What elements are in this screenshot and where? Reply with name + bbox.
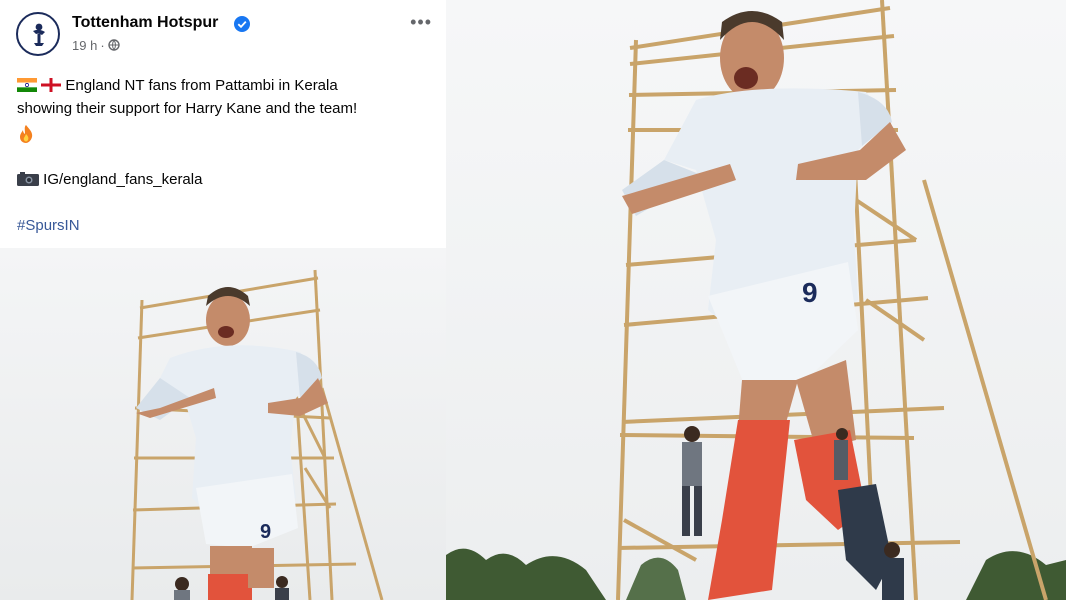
post-photo[interactable]: 9 — [0, 248, 446, 600]
post-header: Tottenham Hotspur 19 h · ••• — [16, 12, 432, 60]
shirt-number-large: 9 — [802, 277, 818, 308]
india-flag-icon — [17, 78, 37, 92]
post-text: England NT fans from Pattambi in Kerala … — [17, 74, 437, 151]
fire-icon — [20, 125, 33, 143]
more-options-button[interactable]: ••• — [410, 12, 432, 33]
post-timestamp[interactable]: 19 h — [72, 38, 97, 53]
main-photo[interactable]: 9 — [446, 0, 1066, 600]
source-line: IG/england_fans_kerala — [17, 171, 202, 188]
post-text-line1: England NT fans from Pattambi in Kerala — [65, 77, 338, 94]
shirt-number-small: 9 — [260, 521, 271, 543]
social-post: Tottenham Hotspur 19 h · ••• England NT f… — [0, 0, 446, 600]
post-text-line2: showing their support for Harry Kane and… — [17, 100, 358, 117]
hashtag-link[interactable]: #SpursIN — [17, 217, 80, 234]
verified-badge-icon — [234, 16, 250, 32]
page-avatar[interactable] — [16, 12, 60, 56]
post-meta: 19 h · — [72, 38, 120, 53]
england-flag-icon — [41, 78, 62, 92]
source-handle[interactable]: IG/england_fans_kerala — [43, 171, 202, 188]
cockerel-crest-icon — [33, 23, 45, 46]
globe-icon — [107, 39, 120, 51]
camera-icon — [17, 172, 39, 186]
page-name[interactable]: Tottenham Hotspur — [72, 14, 218, 32]
